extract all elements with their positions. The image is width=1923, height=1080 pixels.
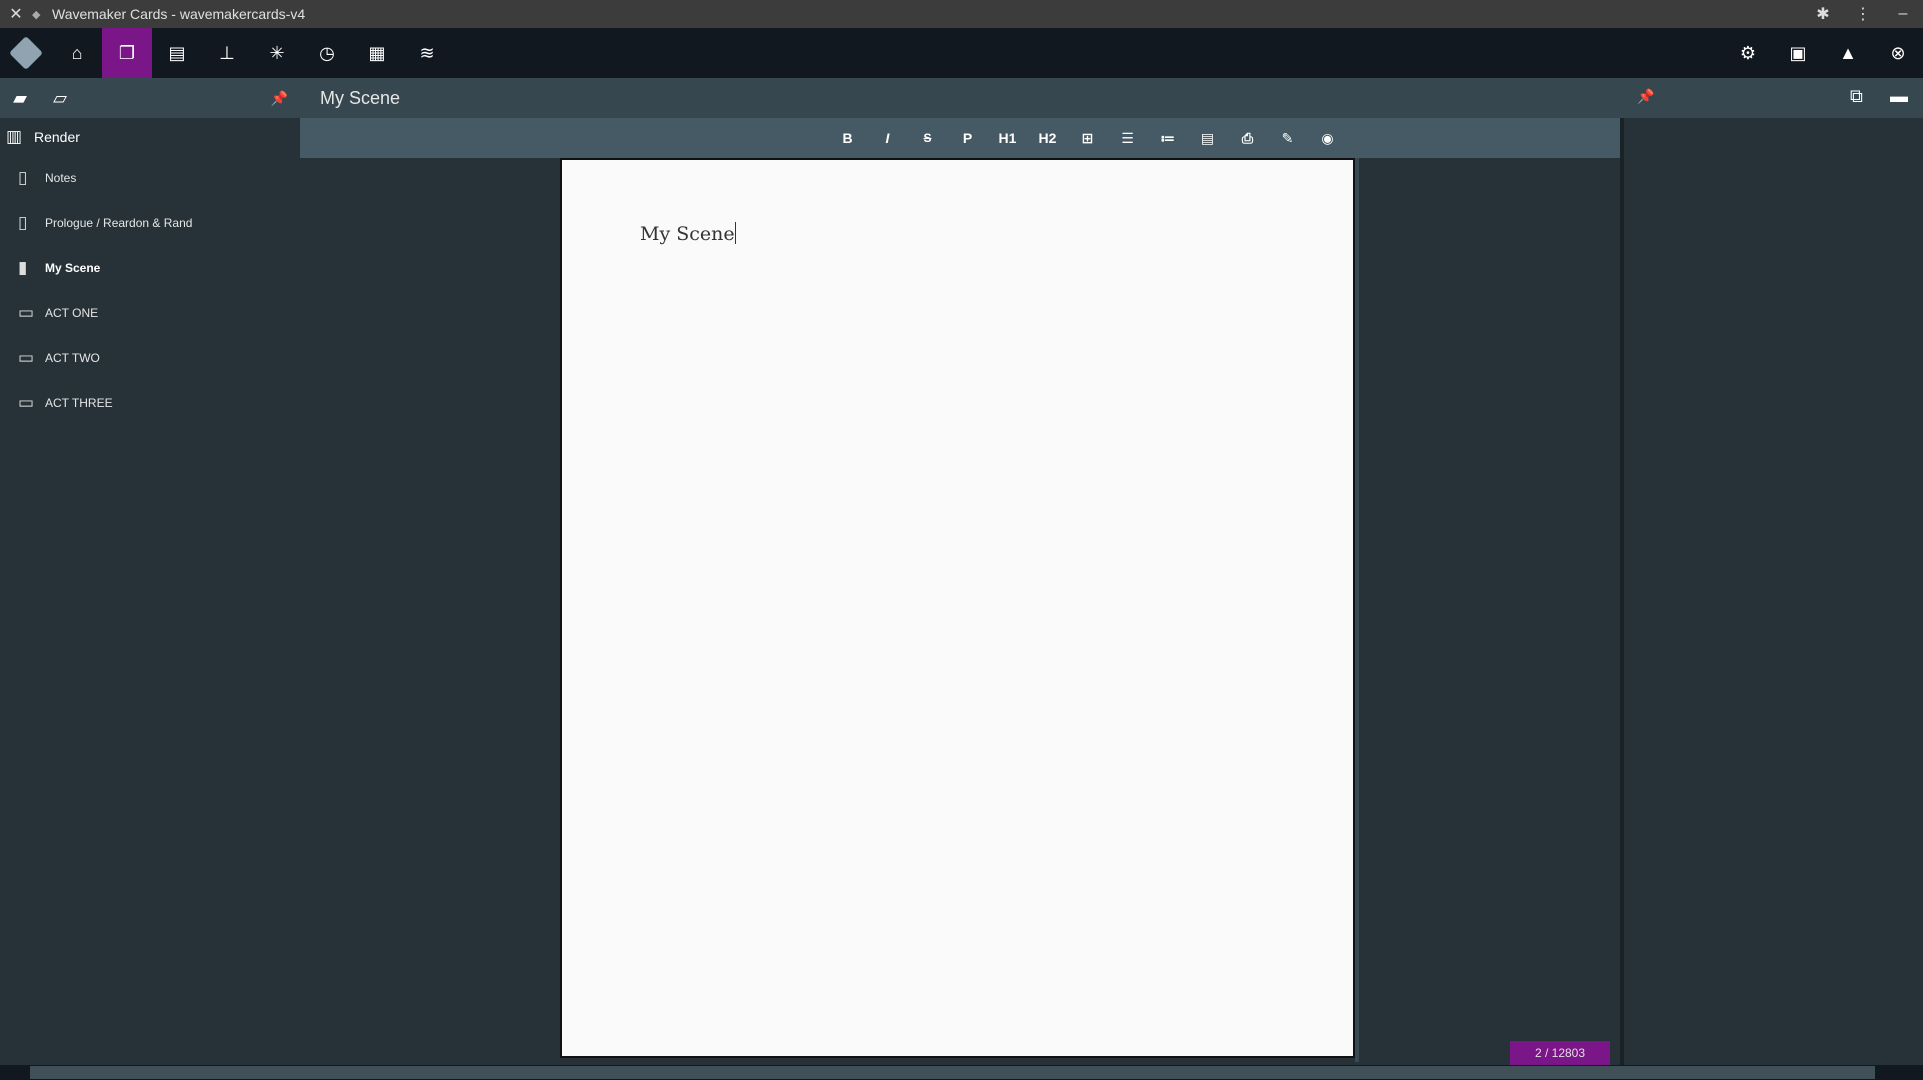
alarm-clock-icon: ◷ (319, 42, 335, 63)
page-text-content: My Scene (640, 223, 735, 245)
nav-cards-button[interactable]: ▤ (152, 28, 202, 78)
tree-item-label: Prologue / Reardon & Rand (45, 215, 193, 230)
page-text[interactable]: My Scene (640, 222, 736, 245)
heading2-button[interactable]: H2 (1028, 130, 1068, 146)
pin-icon[interactable]: 📌 (1637, 88, 1654, 105)
google-drive-icon: ▲ (1839, 42, 1857, 63)
page-edge (1355, 158, 1359, 1062)
tree-item-prologue[interactable]: ▯ Prologue / Reardon & Rand (0, 200, 300, 245)
card-embed-icon[interactable]: ▤ (1188, 130, 1228, 147)
save-button[interactable]: ▣ (1773, 28, 1823, 78)
document-page[interactable]: My Scene (560, 158, 1355, 1058)
gear-icon: ⚙ (1739, 42, 1757, 63)
book-icon: ▥ (6, 126, 23, 146)
eye-icon[interactable]: ◉ (1308, 130, 1348, 147)
folder-icon: ▭ (18, 302, 35, 322)
extensions-icon[interactable]: ✱ (1803, 4, 1843, 24)
new-document-icon[interactable]: ▱ (40, 88, 80, 109)
add-card-icon[interactable]: ▬ (1890, 86, 1908, 107)
sitemap-icon: ⊥ (219, 42, 235, 63)
nav-structure-button[interactable]: ⊥ (202, 28, 252, 78)
app-toolbar: ⌂ ❐ ▤ ⊥ ✳ ◷ ▦ ≋ ⚙ ▣ ▲ ⊗ (0, 28, 1923, 78)
numbered-list-icon[interactable]: ≔ (1148, 130, 1188, 147)
document-icon: ▯ (18, 167, 28, 187)
minimize-icon[interactable]: – (1883, 5, 1923, 23)
render-header[interactable]: ▥ Render (0, 118, 300, 155)
home-icon: ⌂ (71, 42, 83, 63)
nav-mindmap-button[interactable]: ✳ (252, 28, 302, 78)
document-header: My Scene 📌 ⧉ ▬ (300, 78, 1923, 118)
render-label: Render (34, 128, 80, 145)
cards-icon: ▤ (168, 42, 186, 63)
nav-timeline-button[interactable]: ◷ (302, 28, 352, 78)
app-logo[interactable] (0, 28, 52, 78)
table-icon: ▦ (368, 42, 386, 63)
insert-image-icon[interactable]: ⊞ (1068, 130, 1108, 147)
editor-toolbar: B I S P H1 H2 ⊞ ☰ ≔ ▤ ⎙ ✎ ◉ (300, 118, 1620, 158)
word-counter-badge: 2 / 12803 (1510, 1041, 1610, 1065)
diamond-logo-icon (9, 36, 43, 70)
close-circle-icon: ⊗ (1890, 42, 1906, 63)
sidebar-toolbar: ▰ ▱ 📌 (0, 78, 300, 118)
strikethrough-button[interactable]: S (908, 131, 948, 145)
window-titlebar: ✕ ◆ Wavemaker Cards - wavemakercards-v4 … (0, 0, 1923, 28)
asterisk-icon: ✳ (269, 42, 285, 63)
tree-item-act-three[interactable]: ▭ ACT THREE (0, 380, 300, 425)
tree-item-act-two[interactable]: ▭ ACT TWO (0, 335, 300, 380)
tree-item-label: Notes (45, 170, 77, 185)
tree-item-label: ACT THREE (45, 395, 113, 410)
tree-item-label: ACT TWO (45, 350, 100, 365)
tree-item-notes[interactable]: ▯ Notes (0, 155, 300, 200)
folder-icon: ▭ (18, 347, 35, 367)
nav-home-button[interactable]: ⌂ (52, 28, 102, 78)
pin-icon[interactable]: 📌 (271, 90, 288, 107)
close-window-icon[interactable]: ✕ (0, 4, 32, 24)
brush-icon[interactable]: ✎ (1268, 130, 1308, 147)
settings-button[interactable]: ⚙ (1723, 28, 1773, 78)
database-icon: ≋ (419, 42, 435, 63)
save-icon: ▣ (1789, 42, 1807, 63)
italic-button[interactable]: I (868, 130, 908, 146)
bold-button[interactable]: B (828, 130, 868, 146)
kebab-menu-icon[interactable]: ⋮ (1843, 4, 1883, 24)
horizontal-scrollbar[interactable] (0, 1065, 1923, 1080)
document-title: My Scene (320, 87, 401, 108)
close-project-button[interactable]: ⊗ (1873, 28, 1923, 78)
tree-item-label: My Scene (45, 260, 101, 275)
nav-table-button[interactable]: ▦ (352, 28, 402, 78)
scrollbar-thumb[interactable] (30, 1066, 1875, 1079)
tree-item-act-one[interactable]: ▭ ACT ONE (0, 290, 300, 335)
right-panel (1620, 118, 1923, 1065)
window-title: Wavemaker Cards - wavemakercards-v4 (52, 6, 306, 22)
paragraph-button[interactable]: P (948, 130, 988, 146)
nav-writer-button[interactable]: ❐ (102, 28, 152, 78)
new-folder-icon[interactable]: ▰ (0, 88, 40, 109)
app-favicon-icon: ◆ (32, 8, 41, 21)
bullet-list-icon[interactable]: ☰ (1108, 130, 1148, 147)
tree-item-my-scene[interactable]: ▮ My Scene (0, 245, 300, 290)
heading1-button[interactable]: H1 (988, 130, 1028, 146)
document-icon: ▯ (18, 212, 28, 232)
tree-item-label: ACT ONE (45, 305, 99, 320)
open-external-icon[interactable]: ⧉ (1850, 86, 1863, 107)
folder-icon: ▭ (18, 392, 35, 412)
text-caret (734, 222, 736, 244)
print-icon[interactable]: ⎙ (1228, 130, 1268, 147)
project-sidebar: ▰ ▱ 📌 ▥ Render ▯ Notes ▯ Prologue / Rear… (0, 78, 300, 1065)
nav-database-button[interactable]: ≋ (402, 28, 452, 78)
google-drive-button[interactable]: ▲ (1823, 28, 1873, 78)
book-open-icon: ❐ (118, 42, 136, 63)
document-filled-icon: ▮ (18, 257, 28, 277)
